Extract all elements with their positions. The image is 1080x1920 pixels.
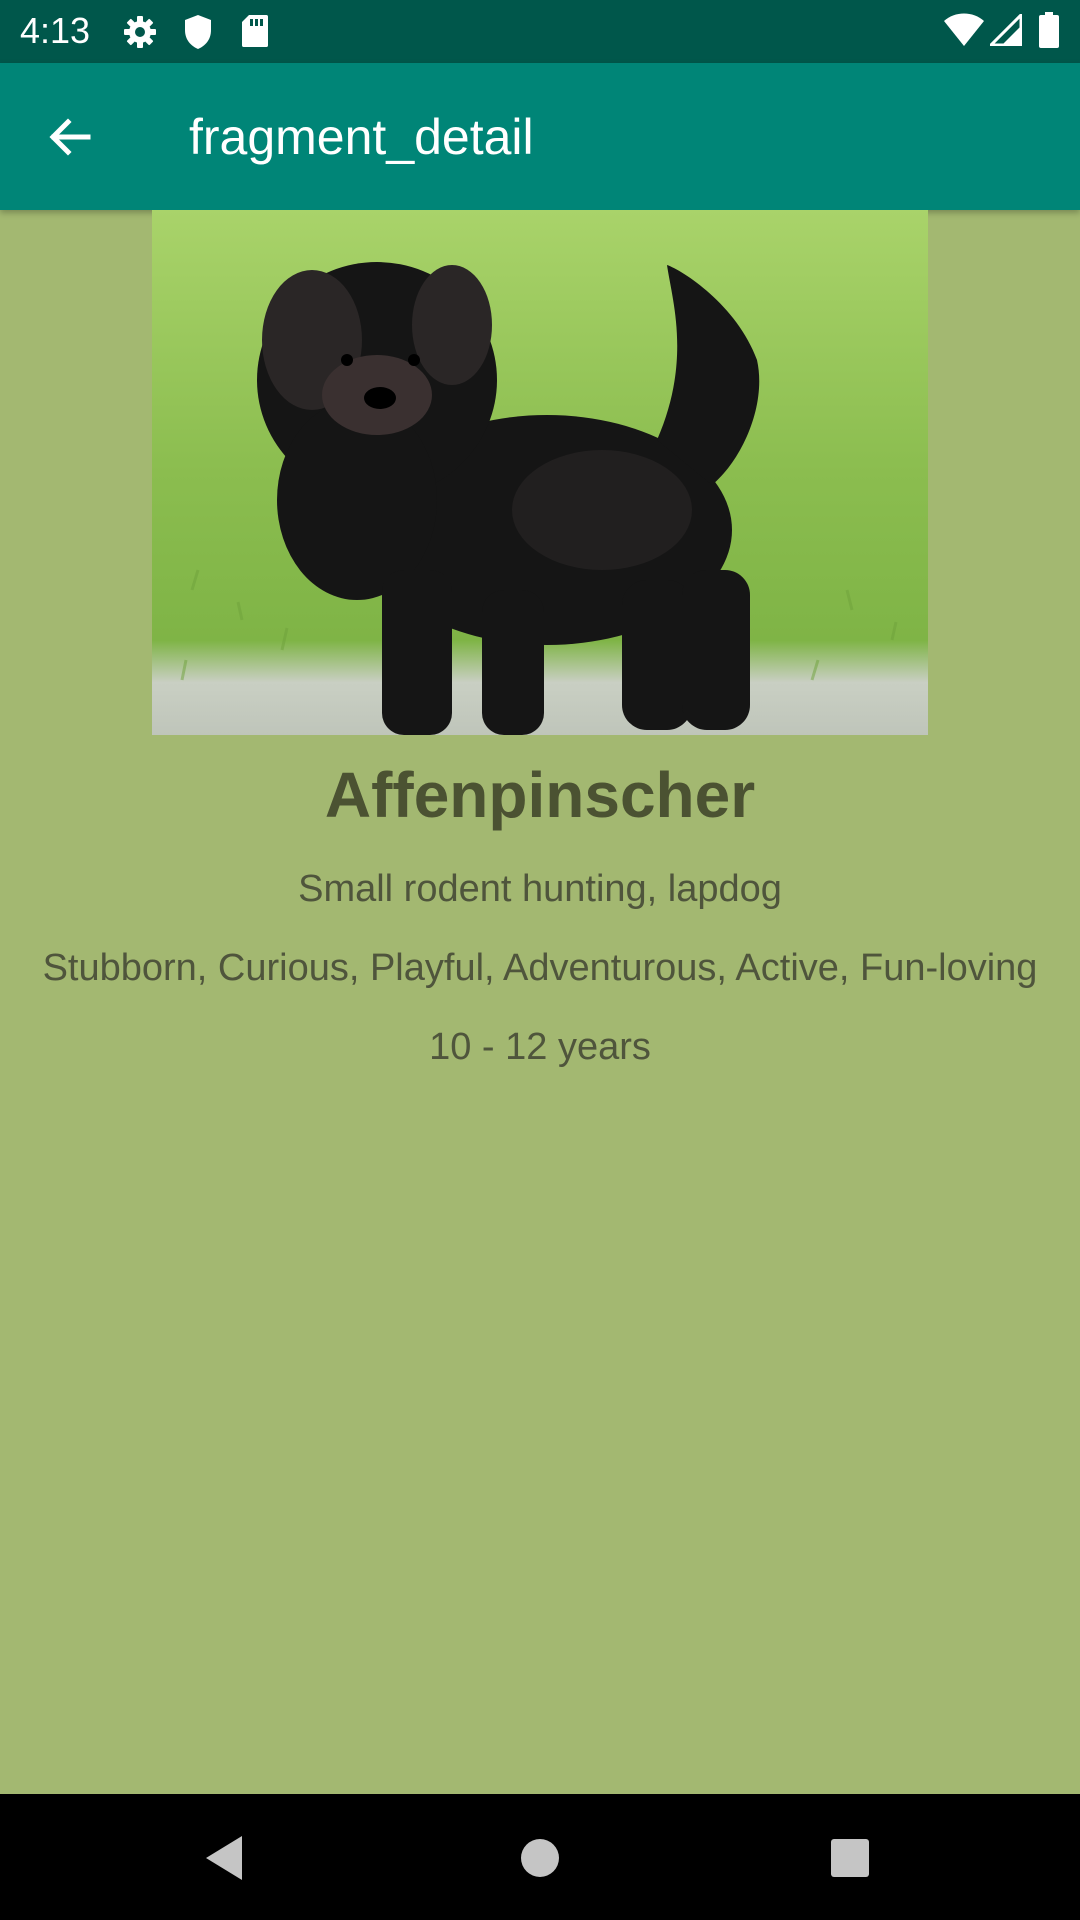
battery-icon [1038,12,1060,48]
back-triangle-icon [200,1828,260,1888]
wifi-icon [944,13,984,47]
temperament-text: Stubborn, Curious, Playful, Adventurous,… [42,947,1038,989]
home-circle-icon [510,1828,570,1888]
app-bar: fragment_detail [0,63,1080,210]
arrow-back-icon [36,113,104,161]
bred-for-text: Small rodent hunting, lapdog [298,868,782,910]
status-bar: 4:13 [0,0,1080,63]
back-button[interactable] [36,103,104,171]
navigation-bar [0,1794,1080,1920]
recents-square-icon [820,1828,880,1888]
cellular-signal-icon [990,14,1022,46]
nav-recents-button[interactable] [820,1828,880,1888]
status-time: 4:13 [20,10,91,51]
detail-content: Affenpinscher Small rodent hunting, lapd… [0,210,1080,1794]
dog-photo [152,210,928,735]
life-span-text: 10 - 12 years [429,1026,651,1068]
breed-name: Affenpinscher [324,759,756,831]
shield-icon [183,14,213,50]
app-title: fragment_detail [189,109,534,165]
nav-back-button[interactable] [200,1828,260,1888]
sd-card-icon [241,14,269,48]
gear-icon [122,14,158,50]
nav-home-button[interactable] [510,1828,570,1888]
